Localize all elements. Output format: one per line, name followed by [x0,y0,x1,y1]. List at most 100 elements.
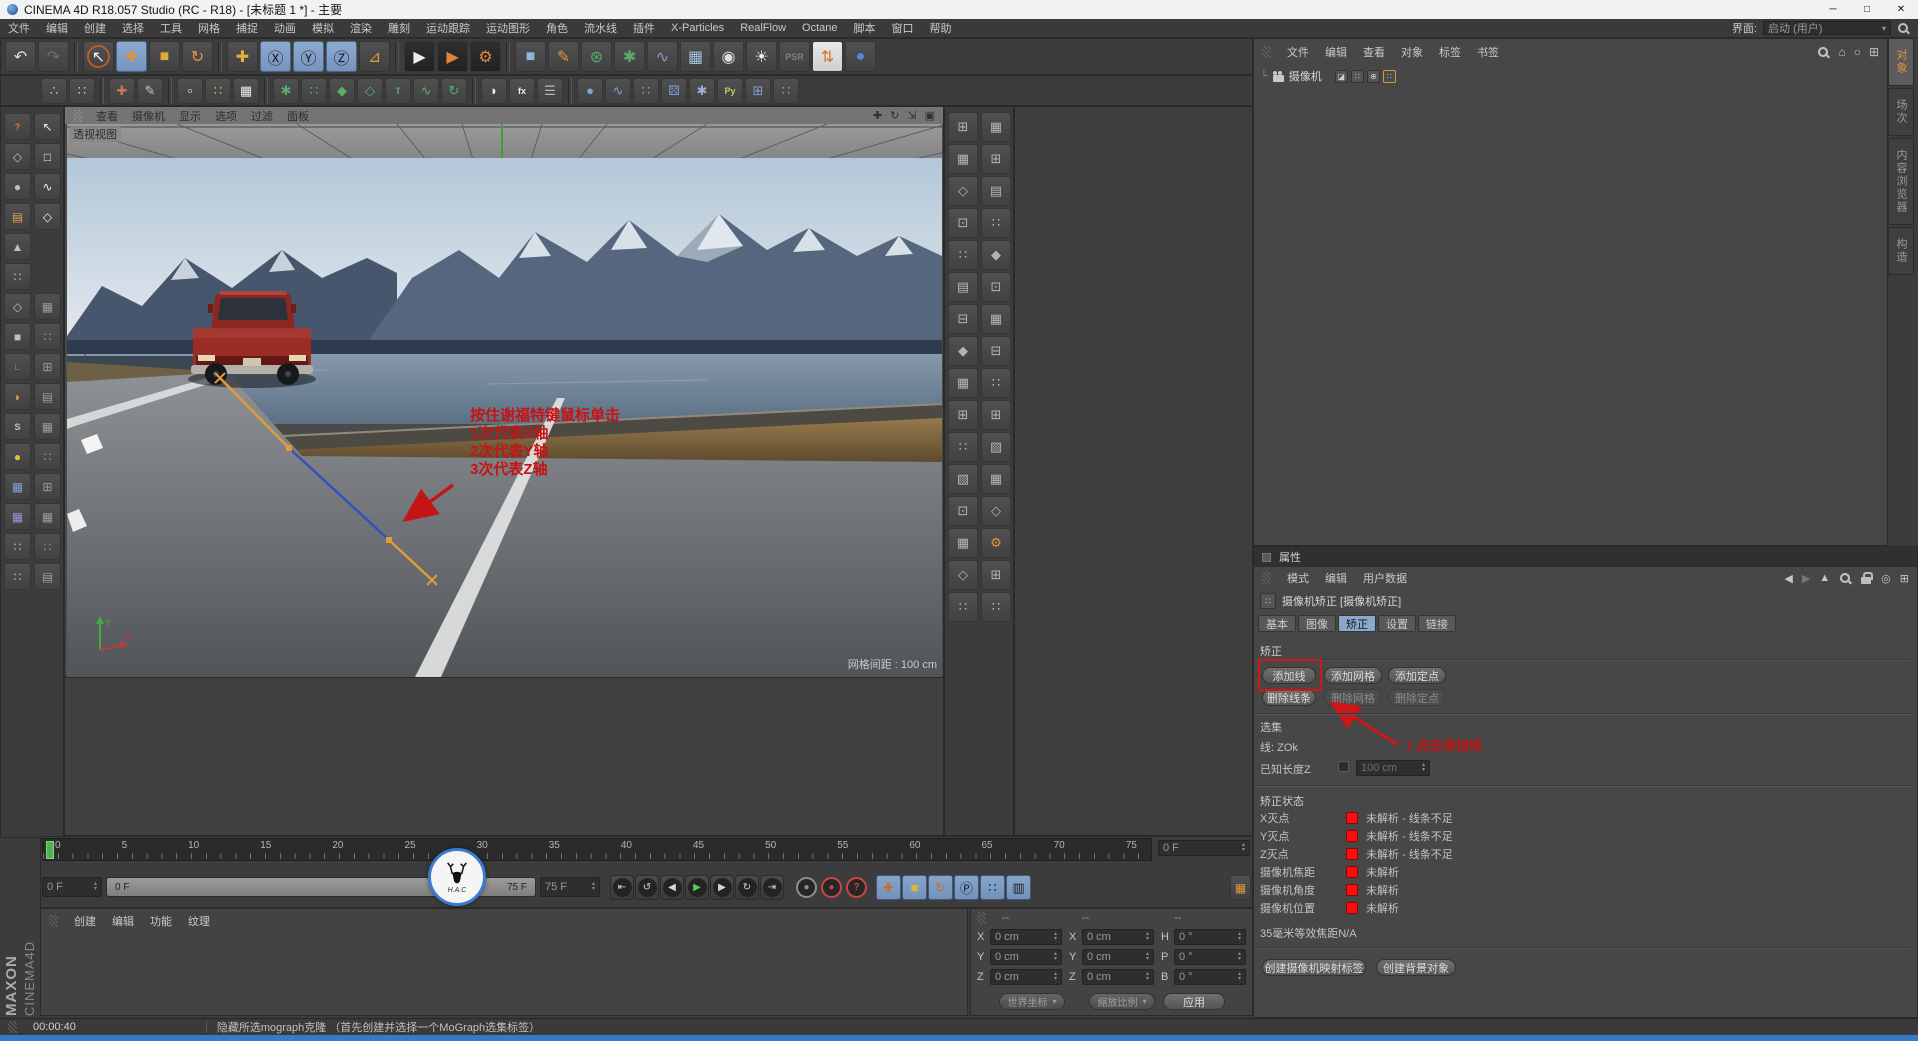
attributes-object-row[interactable]: ∷ 摄像机矫正 [摄像机矫正] [1260,593,1401,609]
workplane-icon[interactable]: ▦ [4,473,31,500]
mograph-cloner-button[interactable]: ✱ [273,77,299,104]
live-selection-icon[interactable]: ↖ [34,113,61,140]
modeling-palette-icon[interactable]: ▦ [981,112,1011,142]
search-icon[interactable] [1817,46,1830,59]
primitive-cube-button[interactable]: ■ [515,41,546,72]
snow-button[interactable]: ✱ [689,77,715,104]
modeling-palette-icon[interactable]: ∷ [981,208,1011,238]
zoom-view-icon[interactable]: ⇲ [907,109,916,122]
next-key-button[interactable]: ↻ [735,875,759,900]
x-particles-button[interactable]: ● [845,41,876,72]
command-palette-icon[interactable]: ⊞ [34,353,61,380]
viewport-canvas[interactable]: 按住谢福特键鼠标单击 1次代表X轴 2次代表Y轴 3次代表Z轴 Y X 网格间距… [67,158,942,677]
modeling-palette-icon[interactable]: ▦ [981,464,1011,494]
modeling-palette-icon[interactable]: ◆ [981,240,1011,270]
panel-handle[interactable] [1262,572,1271,584]
panel-handle[interactable] [73,109,82,122]
modeling-palette-icon[interactable]: ∷ [981,368,1011,398]
key-scale-toggle[interactable]: ■ [902,875,927,900]
object-manager-menu-item[interactable]: 标签 [1439,44,1461,60]
modeling-palette-icon[interactable]: ⊡ [948,208,978,238]
particles-button[interactable]: ∷ [633,77,659,104]
prev-object-icon[interactable]: ◀ [1784,572,1792,585]
command-palette-icon[interactable]: ▦ [34,413,61,440]
menu-item[interactable]: 编辑 [46,20,68,36]
coordinate-system-button[interactable]: ⊿ [359,41,390,72]
menu-item[interactable]: 脚本 [854,20,876,36]
polygons-mode-icon[interactable]: ■ [4,323,31,350]
add-point-button[interactable]: 添加定点 [1388,667,1446,684]
menu-item[interactable]: 插件 [633,20,655,36]
modeling-palette-icon[interactable]: ◆ [948,336,978,366]
mograph-button[interactable]: ✱ [614,41,645,72]
search-icon[interactable] [1839,572,1852,585]
key-filter-toggle[interactable]: ▥ [1006,875,1031,900]
rotate-tool[interactable]: ↻ [182,41,213,72]
mograph-spline-button[interactable]: ∿ [413,77,439,104]
modeling-palette-icon[interactable]: ⊞ [948,112,978,142]
deformer-button[interactable]: ∿ [647,41,678,72]
play-button[interactable]: ▶ [685,875,709,900]
render-settings-button[interactable]: ⚙ [470,41,501,72]
menu-item[interactable]: 工具 [160,20,182,36]
minimize-button[interactable]: ─ [1816,0,1850,19]
new-panel-icon[interactable]: ⊞ [1869,45,1879,59]
material-menu-item[interactable]: 创建 [74,913,96,929]
attributes-menu-item[interactable]: 模式 [1287,570,1309,586]
object-manager-menu-item[interactable]: 编辑 [1325,44,1347,60]
tab-content-browser[interactable]: 内容浏览器 [1888,138,1914,225]
weight-tool[interactable]: ✎ [137,77,163,104]
modeling-palette-icon[interactable]: ▦ [948,528,978,558]
lasso-selection-icon[interactable]: ∿ [34,173,61,200]
keyframe-selection-button[interactable]: ● [796,877,817,898]
polygon-selection-icon[interactable]: ◇ [34,203,61,230]
render-picture-viewer-button[interactable]: ▶ [437,41,468,72]
calibrator-settings-icon[interactable]: ⚙ [981,528,1011,558]
python-button[interactable]: Py [717,77,743,104]
menu-item[interactable]: 选择 [122,20,144,36]
mograph-effector-button[interactable]: ↻ [441,77,467,104]
character-pair-tool[interactable]: ∷ [69,77,95,104]
display-tag-icon[interactable]: ◪ [1334,69,1348,83]
record-keyframe-button[interactable]: ● [821,877,842,898]
key-rotation-toggle[interactable]: ↻ [928,875,953,900]
home-icon[interactable]: ⌂ [1838,45,1845,59]
previous-key-button[interactable]: ↺ [635,875,659,900]
calibrator-tag-icon[interactable]: ∷ [1382,69,1396,83]
filter-icon[interactable]: ○ [1854,45,1861,59]
menu-item[interactable]: 窗口 [892,20,914,36]
modeling-palette-icon[interactable]: ◇ [948,176,978,206]
tab-basic[interactable]: 基本 [1258,615,1296,632]
menu-item[interactable]: 雕刻 [388,20,410,36]
object-manager-menu-item[interactable]: 书签 [1477,44,1499,60]
lock-x-axis-button[interactable]: Ⓧ [260,41,291,72]
viewport-menu-item[interactable]: 显示 [179,108,201,124]
dynamics-button[interactable]: ● [577,77,603,104]
object-manager-menu-item[interactable]: 查看 [1363,44,1385,60]
autokey-button[interactable]: ? [846,877,867,898]
modeling-palette-icon[interactable]: ▦ [948,368,978,398]
command-palette-icon[interactable]: ▦ [34,503,61,530]
lock-y-axis-button[interactable]: Ⓨ [293,41,324,72]
mograph-fracture-button[interactable]: ◆ [329,77,355,104]
command-palette-icon[interactable]: ∷ [34,443,61,470]
menu-item[interactable]: 运动图形 [486,20,530,36]
point-edit-tool[interactable]: ▫ [177,77,203,104]
modeling-palette-icon[interactable]: ⊞ [981,400,1011,430]
cone-mode-icon[interactable]: ▲ [4,233,31,260]
modeling-palette-icon[interactable]: ▦ [981,304,1011,334]
random-dice-button[interactable]: ⚄ [661,77,687,104]
key-parameter-toggle[interactable]: Ⓟ [954,875,979,900]
modeling-palette-icon[interactable]: ▤ [948,272,978,302]
camera-button[interactable]: ◉ [713,41,744,72]
goto-end-button[interactable]: ⇥ [760,875,784,900]
command-palette-icon[interactable]: ∷ [34,533,61,560]
panel-handle[interactable] [977,912,986,924]
array-palette-icon[interactable]: ∷ [4,563,31,590]
menu-item[interactable]: 模拟 [312,20,334,36]
lock-icon[interactable] [1861,571,1874,585]
cluster-dots-button[interactable]: ∷ [773,77,799,104]
attributes-menu-item[interactable]: 编辑 [1325,570,1347,586]
modeling-palette-icon[interactable]: ▧ [948,464,978,494]
menu-item[interactable]: Octane [802,22,837,34]
